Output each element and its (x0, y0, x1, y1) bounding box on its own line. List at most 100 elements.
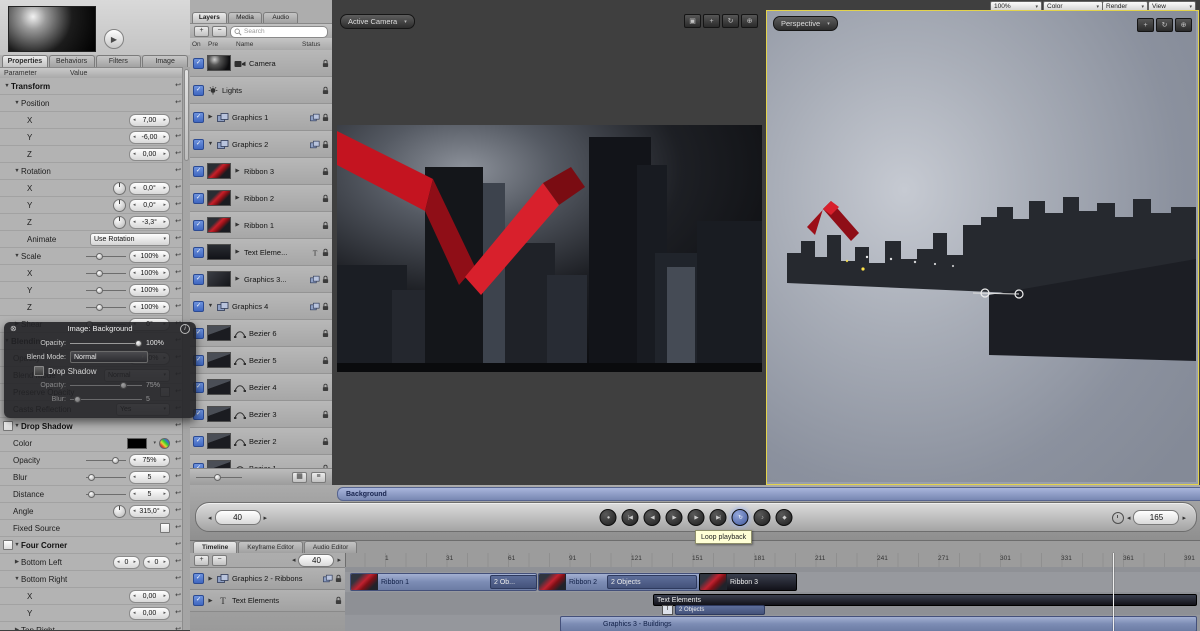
frame-back-icon[interactable]: ◂ (208, 514, 212, 522)
lock-icon[interactable] (335, 574, 342, 583)
value-stepper[interactable]: ◂ 5 ▸ (128, 470, 170, 484)
inspector-row-transform[interactable]: ▼ Transform ↩ (0, 78, 183, 95)
text-marker[interactable]: T (662, 605, 673, 615)
clip-2-objects[interactable]: 2 Objects (675, 605, 765, 615)
inspector-row-drop-shadow[interactable]: ▼ Drop Shadow ↩ (0, 418, 183, 435)
info-icon[interactable]: i (180, 324, 190, 334)
layer-enabled-checkbox[interactable]: ✓ (193, 192, 204, 204)
inspector-row-four-corner[interactable]: ▼ Four Corner ↩ (0, 537, 183, 554)
slider[interactable] (85, 287, 126, 294)
slider[interactable] (85, 474, 126, 481)
reset-icon[interactable]: ↩ (175, 507, 181, 515)
hud-blur-slider[interactable] (70, 396, 142, 403)
loop-playback-button[interactable]: ↻ (731, 509, 749, 526)
track-header-text-elements[interactable]: ✓ ▶ Text Elements (190, 590, 345, 612)
value-stepper[interactable]: ◂ 5 ▸ (128, 487, 170, 501)
reset-icon[interactable]: ↩ (175, 422, 181, 430)
layer-enabled-checkbox[interactable]: ✓ (193, 138, 204, 150)
increment-icon[interactable]: ▸ (163, 287, 166, 293)
increment-icon[interactable]: ▸ (163, 610, 166, 616)
slider[interactable] (85, 457, 126, 464)
increment-icon[interactable]: ▸ (163, 134, 166, 140)
disclosure-icon[interactable]: ▼ (13, 253, 21, 259)
drop-shadow-checkbox[interactable] (3, 421, 13, 431)
value-stepper[interactable]: ◂ 0 ▸ (112, 555, 140, 569)
value-stepper[interactable]: ◂ 0,0° ▸ (128, 198, 170, 212)
layer-enabled-checkbox[interactable]: ✓ (193, 300, 204, 312)
reset-icon[interactable]: ↩ (175, 473, 181, 481)
clip-2-objects[interactable]: 2 Ob... (490, 575, 537, 589)
timeline-ruler[interactable]: 1 31 61 91 121 151 181 211 241 271 301 3… (345, 553, 1200, 568)
inspector-row-rotation-y[interactable]: Y ◂ 0,0° ▸ ↩ (0, 197, 183, 214)
lock-icon[interactable] (322, 167, 329, 176)
decrement-icon[interactable]: ◂ (133, 508, 136, 514)
value-stepper[interactable]: ◂ 0,00 ▸ (128, 589, 170, 603)
value-stepper[interactable]: ◂ 100% ▸ (128, 249, 170, 263)
current-frame-field[interactable]: 40 (214, 510, 261, 525)
reset-icon[interactable]: ↩ (175, 286, 181, 294)
decrement-icon[interactable]: ◂ (133, 610, 136, 616)
close-icon[interactable]: ⊗ (10, 324, 17, 333)
increment-icon[interactable]: ▸ (163, 304, 166, 310)
reset-icon[interactable]: ↩ (175, 184, 181, 192)
orbit-tool-button[interactable]: ↻ (722, 14, 739, 28)
inspector-row-br-y[interactable]: Y ◂ 0,00 ▸ ↩ (0, 605, 183, 622)
show-columns-button[interactable]: ▦ (292, 471, 307, 483)
lock-icon[interactable] (322, 329, 329, 338)
value-stepper[interactable]: ◂ 0,0° ▸ (128, 181, 170, 195)
lock-icon[interactable] (322, 248, 329, 257)
inspector-row-shadow-angle[interactable]: Angle ◂ 315,0° ▸ ↩ (0, 503, 183, 520)
lock-icon[interactable] (322, 59, 329, 68)
increment-icon[interactable]: ▸ (163, 270, 166, 276)
hud-shadow-opacity-slider[interactable] (70, 382, 142, 389)
disclosure-icon[interactable]: ▶ (234, 168, 241, 174)
disclosure-icon[interactable]: ▶ (234, 249, 241, 255)
decrement-icon[interactable]: ◂ (133, 202, 136, 208)
remove-layer-button[interactable]: − (212, 26, 227, 37)
decrement-icon[interactable]: ◂ (133, 253, 136, 259)
increment-icon[interactable]: ▸ (163, 253, 166, 259)
hud-panel[interactable]: ⊗ Image: Background i Opacity: 100% Blend… (4, 322, 196, 418)
preview-play-button[interactable]: ▶ (104, 29, 124, 49)
inspector-row-scale-y[interactable]: Y ◂ 100% ▸ ↩ (0, 282, 183, 299)
decrement-icon[interactable]: ◂ (147, 559, 150, 565)
layer-enabled-checkbox[interactable]: ✓ (193, 246, 204, 258)
value-stepper[interactable]: ◂ 100% ▸ (128, 300, 170, 314)
value-stepper[interactable]: ◂ 75% ▸ (128, 453, 170, 467)
lock-icon[interactable] (322, 194, 329, 203)
reset-icon[interactable]: ↩ (175, 303, 181, 311)
frame-back-icon[interactable]: ◂ (1127, 514, 1131, 522)
perspective-view-dropdown[interactable]: Perspective ▾ (773, 16, 838, 31)
slider[interactable] (85, 253, 126, 260)
disclosure-icon[interactable]: ▶ (207, 598, 214, 604)
inspector-row-bottom-right[interactable]: ▼ Bottom Right ↩ (0, 571, 183, 588)
disclosure-icon[interactable]: ▼ (13, 542, 21, 548)
lock-icon[interactable] (322, 356, 329, 365)
remove-track-button[interactable]: − (212, 554, 227, 566)
reset-icon[interactable]: ↩ (175, 609, 181, 617)
value-stepper[interactable]: ◂ 315,0° ▸ (128, 504, 170, 518)
pan-tool-button[interactable]: + (703, 14, 720, 28)
frame-forward-icon[interactable]: ▸ (337, 556, 341, 564)
frame-back-icon[interactable]: ◂ (292, 556, 296, 564)
reset-icon[interactable]: ↩ (175, 524, 181, 532)
tab-image[interactable]: Image (142, 55, 188, 67)
inspector-row-position-x[interactable]: X ◂ 7,00 ▸ ↩ (0, 112, 183, 129)
layer-row-bezier6[interactable]: ✓ Bezier 6 (190, 320, 332, 347)
track-enabled-checkbox[interactable]: ✓ (193, 573, 204, 584)
zoom-tool-button[interactable]: ⊕ (1175, 18, 1192, 32)
disclosure-icon[interactable]: ▶ (234, 195, 241, 201)
lock-icon[interactable] (322, 302, 329, 311)
reset-icon[interactable]: ↩ (175, 167, 181, 175)
reset-icon[interactable]: ↩ (175, 558, 181, 566)
increment-icon[interactable]: ▸ (163, 474, 166, 480)
slider[interactable] (85, 304, 126, 311)
slider[interactable] (85, 491, 126, 498)
inspector-row-position-z[interactable]: Z ◂ 0,00 ▸ ↩ (0, 146, 183, 163)
reset-icon[interactable]: ↩ (175, 150, 181, 158)
tab-properties[interactable]: Properties (2, 55, 48, 67)
value-stepper[interactable]: ◂ 0,00 ▸ (128, 147, 170, 161)
reset-icon[interactable]: ↩ (175, 218, 181, 226)
clip-ribbon3[interactable]: Ribbon 3 (699, 573, 797, 591)
add-layer-button[interactable]: + (194, 26, 209, 37)
